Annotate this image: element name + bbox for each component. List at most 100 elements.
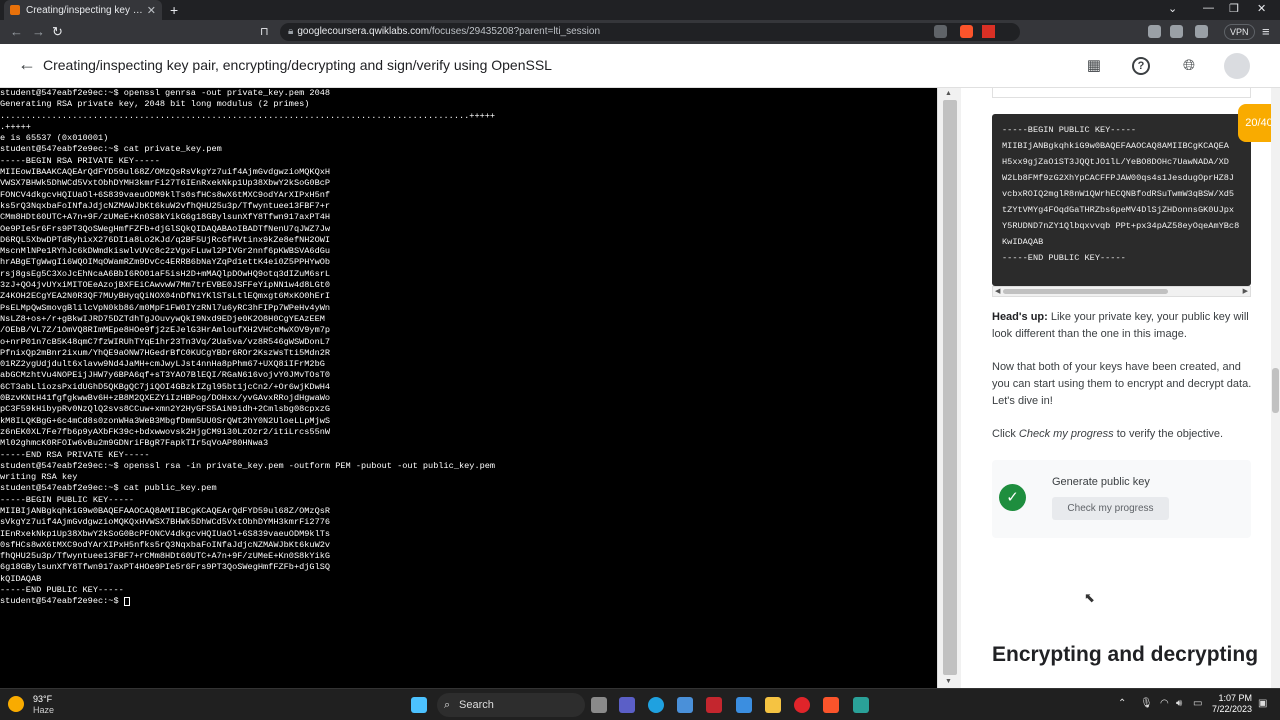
browser-tab-title: Creating/inspecting key pair, enc — [26, 4, 143, 16]
terminal-line: -----BEGIN PUBLIC KEY----- — [0, 494, 135, 505]
terminal-line: ks5rQ3NqxbaFoINfaJdjcNZMAWJbKt6kuW2vfhQH… — [0, 200, 331, 211]
terminal-line: e is 65537 (0x010001) — [0, 133, 109, 144]
weather-temp: 93°F — [33, 694, 53, 704]
scroll-left-icon[interactable]: ◀ — [995, 287, 1000, 295]
check-my-progress-button[interactable]: Check my progress — [1052, 497, 1169, 520]
volume-icon[interactable]: 🔊︎ — [1176, 698, 1182, 709]
terminal-line: student@547eabf2e9ec:~$ openssl genrsa -… — [0, 88, 331, 98]
brave-shields-icon[interactable] — [960, 25, 973, 38]
public-key-code-block: -----BEGIN PUBLIC KEY----- MIIBIjANBgkqh… — [992, 114, 1251, 286]
panel-scroll-thumb[interactable] — [1272, 368, 1279, 413]
share-icon[interactable] — [934, 25, 947, 38]
terminal-scroll-thumb[interactable] — [943, 100, 957, 675]
terminal-line: z6nEK0XL7Fe7fb6p9yAXbFK39c+bdxwwovsk2Hjg… — [0, 426, 331, 437]
terminal-line: 6g18GBylsunXfY8Tfwn917axPT4HOe9PIe5r6Frs… — [0, 562, 331, 573]
terminal-line: Ml02ghmcK0RFOIw6vBu2m9GDNriFBgR7FapkTIr5… — [0, 438, 269, 449]
terminal-line: PsELMpQwSmovgBlilcVpN0kb86/m0MpF1FW0IYzR… — [0, 302, 331, 313]
url-path: /focuses/29435208?parent=lti_session — [429, 26, 601, 37]
code-horizontal-scrollbar[interactable]: ◀ ▶ — [992, 286, 1251, 297]
opera-icon[interactable] — [794, 697, 810, 713]
browser-tab[interactable]: Creating/inspecting key pair, enc ✕ — [4, 0, 162, 20]
terminal-line: rsj8gsEg5C3XoJcEhNcaA6BbI6RO01aF5isH2D+m… — [0, 268, 331, 279]
tray-chevron-icon[interactable]: ⌃ — [1118, 698, 1126, 709]
file-explorer-icon[interactable] — [765, 697, 781, 713]
avatar[interactable] — [1224, 53, 1250, 79]
address-bar[interactable]: 🔒︎ googlecoursera.qwiklabs.com/focuses/29… — [280, 23, 1020, 41]
language-globe-icon[interactable]: 🌐︎ — [1180, 57, 1198, 75]
terminal-line: fhQHU25u3p/Tfwyntuee13FBF7+rCMm8HDt60UTC… — [0, 551, 331, 562]
code-text: -----BEGIN PUBLIC KEY----- MIIBIjANBgkqh… — [1002, 125, 1240, 263]
notifications-icon[interactable]: ▣ — [1258, 698, 1267, 709]
reload-icon[interactable]: ↻ — [52, 24, 63, 40]
weather-condition: Haze — [33, 705, 55, 715]
bookmark-icon[interactable]: ⊓ — [260, 24, 269, 40]
terminal-line: ........................................… — [0, 110, 496, 121]
close-window-icon[interactable]: ✕ — [1257, 2, 1266, 15]
brave-icon[interactable] — [823, 697, 839, 713]
scroll-right-icon[interactable]: ▶ — [1243, 287, 1248, 295]
terminal-line: 6CT3abLliozsPxidUGhD5QKBgQC7jiQOI4GBzkIZ… — [0, 381, 331, 392]
page-title: Creating/inspecting key pair, encrypting… — [43, 57, 552, 73]
previous-block-edge — [992, 88, 1251, 98]
back-icon[interactable]: ← — [10, 24, 23, 40]
extensions-icon[interactable] — [1148, 25, 1161, 38]
app-grid-icon[interactable] — [706, 697, 722, 713]
sidebar-icon[interactable] — [1170, 25, 1183, 38]
minimize-icon[interactable]: — — [1203, 2, 1214, 14]
terminal-line: 0sfHCs8wX6tMXC9odYArXIPxH5nfks5rQ3NqxbaF… — [0, 539, 331, 550]
terminal-scrollbar[interactable]: ▲ ▼ — [937, 88, 961, 688]
tab-search-icon[interactable]: ⌄ — [1168, 2, 1177, 15]
terminal-line: .+++++ — [0, 121, 31, 132]
restore-icon[interactable]: ❐ — [1229, 2, 1239, 15]
vpn-button[interactable]: VPN — [1224, 24, 1255, 40]
headsup-paragraph: Head's up: Like your private key, your p… — [992, 309, 1254, 343]
lock-icon: 🔒︎ — [288, 26, 294, 37]
terminal-line: MscnMlNPe1RYhJc6kDWmdkiswlvUVc8c2zVgxFLu… — [0, 246, 331, 257]
battery-icon[interactable]: ▭ — [1193, 698, 1202, 709]
start-icon[interactable] — [411, 697, 427, 713]
click-post: to verify the objective. — [1113, 428, 1224, 440]
taskbar-search[interactable]: ⌕ Search — [437, 693, 585, 717]
scroll-down-icon[interactable]: ▼ — [945, 678, 952, 685]
terminal-line: kQIDAQAB — [0, 573, 42, 584]
brave-rewards-icon[interactable] — [982, 25, 995, 38]
terminal-line: 01RZ2ygUdjdult6xlavw9Nd4JaMH+cmJwyLJst4n… — [0, 359, 325, 370]
terminal-line: -----END PUBLIC KEY----- — [0, 585, 124, 596]
help-icon[interactable]: ? — [1132, 57, 1150, 75]
edge-icon[interactable] — [648, 697, 664, 713]
wallet-icon[interactable] — [1195, 25, 1208, 38]
terminal-line: kM8ILQKBgG+6c4mCd8s0zonWHa3WeB3MbgfDmm5U… — [0, 415, 331, 426]
store-icon[interactable] — [677, 697, 693, 713]
click-italic: Check my progress — [1018, 428, 1114, 440]
forward-icon[interactable]: → — [32, 24, 45, 40]
url-host: googlecoursera.qwiklabs.com — [297, 26, 430, 37]
new-tab-button[interactable]: + — [170, 2, 178, 18]
close-tab-icon[interactable]: ✕ — [147, 4, 156, 17]
terminal-pane[interactable]: student@547eabf2e9ec:~$ openssl genrsa -… — [0, 88, 937, 688]
terminal-app-icon[interactable] — [853, 697, 869, 713]
back-arrow-icon[interactable]: ← — [18, 54, 36, 75]
search-icon: ⌕ — [444, 699, 451, 711]
click-pre: Click — [992, 428, 1019, 440]
microphone-icon[interactable]: 🎙︎ — [1140, 698, 1153, 709]
mail-icon[interactable] — [736, 697, 752, 713]
browser-tab-strip: Creating/inspecting key pair, enc ✕ + ⌄ … — [0, 0, 1280, 20]
menu-icon[interactable]: ≡ — [1262, 24, 1270, 40]
click-instruction: Click Check my progress to verify the ob… — [992, 426, 1254, 443]
terminal-line: Z4KOH2ECgYEA2N0R3QF7MUyBHyqQiNOX04nDfN1Y… — [0, 291, 331, 302]
terminal-line: 3zJ+QO4jvUYxiMITOEeAzojBXFEiCAwvwW7Mm7tr… — [0, 280, 331, 291]
intro-paragraph: Now that both of your keys have been cre… — [992, 361, 1252, 407]
code-scroll-thumb[interactable] — [1003, 289, 1168, 294]
apps-grid-icon[interactable]: ▦ — [1085, 57, 1103, 75]
terminal-output: student@547eabf2e9ec:~$ openssl genrsa -… — [0, 88, 937, 608]
wifi-icon[interactable]: ◠ — [1160, 698, 1169, 709]
system-clock[interactable]: 1:07 PM 7/22/2023 — [1210, 693, 1252, 715]
teams-icon[interactable] — [619, 697, 635, 713]
terminal-line: student@547eabf2e9ec:~$ cat public_key.p… — [0, 483, 217, 494]
task-view-icon[interactable] — [591, 697, 607, 713]
terminal-line: -----END RSA PRIVATE KEY----- — [0, 449, 150, 460]
panel-scrollbar[interactable] — [1271, 88, 1280, 688]
terminal-line: o+nrP01n7cB5K48qmC7fzWIRUhTYqE1hr23Tn3Vq… — [0, 336, 331, 347]
check-complete-icon: ✓ — [999, 484, 1026, 511]
scroll-up-icon[interactable]: ▲ — [945, 90, 952, 97]
